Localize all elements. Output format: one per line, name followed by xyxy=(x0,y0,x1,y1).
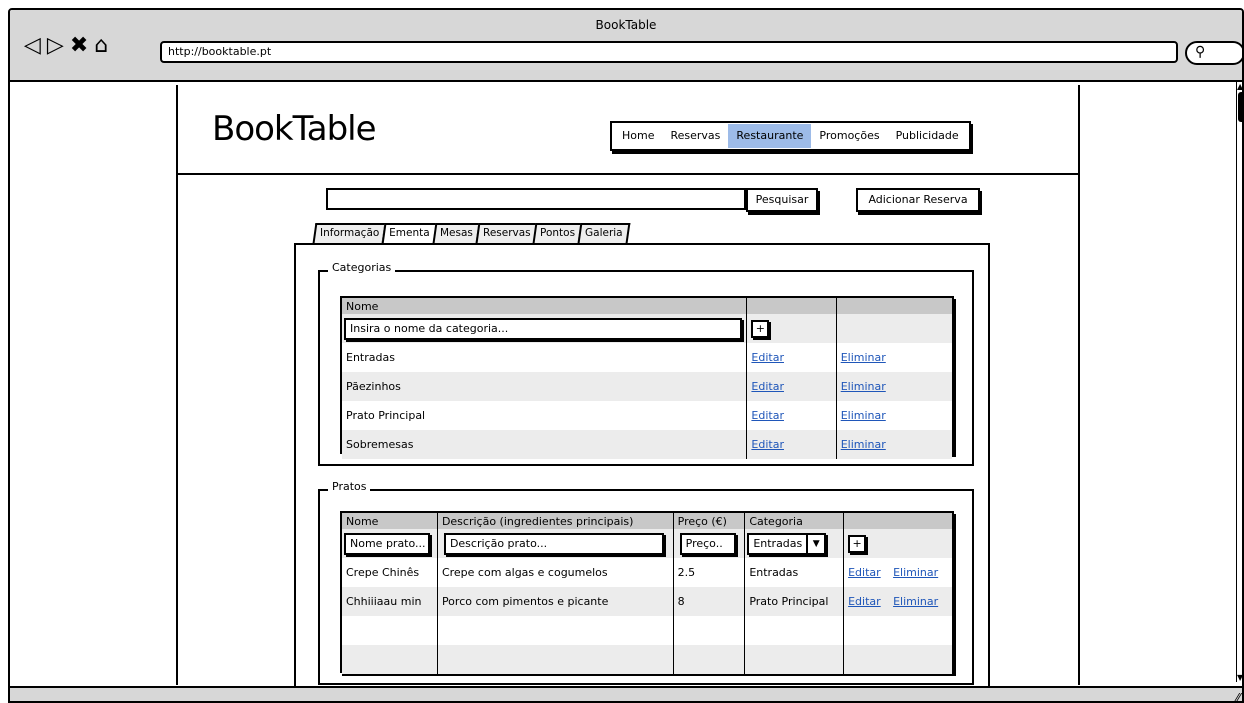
table-row: Sobremesas Editar Eliminar xyxy=(342,430,952,459)
category-select-value: Entradas xyxy=(749,534,809,553)
column-header-descricao: Descrição (ingredientes principais) xyxy=(436,513,674,529)
browser-search-box[interactable]: ⚲ xyxy=(1185,41,1242,65)
address-bar[interactable]: http://booktable.pt xyxy=(160,41,1178,63)
browser-nav: ◁▷✖⌂ xyxy=(24,33,114,58)
status-bar: ⁄⁄ xyxy=(10,686,1242,701)
table-row: Insira o nome da categoria... + xyxy=(342,314,952,343)
browser-window: BookTable ◁▷✖⌂ http://booktable.pt ⚲ Boo… xyxy=(8,8,1244,703)
column-header-blank xyxy=(889,513,952,529)
menu-item-reservas[interactable]: Reservas xyxy=(662,124,728,148)
search-input[interactable] xyxy=(326,188,746,210)
dish-price: 8 xyxy=(672,587,745,616)
search-icon: ⚲ xyxy=(1195,44,1206,60)
dish-category: Entradas xyxy=(744,558,844,587)
search-button[interactable]: Pesquisar xyxy=(746,188,818,212)
category-name: Entradas xyxy=(346,351,395,364)
dish-name: Crepe Chinês xyxy=(346,566,420,579)
forward-icon[interactable]: ▷ xyxy=(47,33,70,58)
tab-label: Informação xyxy=(320,227,380,239)
category-name: Sobremesas xyxy=(342,430,747,459)
column-header-categoria: Categoria xyxy=(744,513,844,529)
categorias-table: Nome Insira o nome da categoria... + Ent… xyxy=(340,296,954,459)
delete-link[interactable]: Eliminar xyxy=(893,595,938,608)
table-row xyxy=(342,645,952,674)
column-header-blank xyxy=(746,298,837,314)
delete-link[interactable]: Eliminar xyxy=(841,351,886,364)
tab-label: Ementa xyxy=(389,227,430,239)
pratos-table: Nome Descrição (ingredientes principais)… xyxy=(340,511,954,674)
chevron-down-icon: ▼ xyxy=(812,538,820,549)
stop-icon[interactable]: ✖ xyxy=(70,33,94,58)
edit-link[interactable]: Editar xyxy=(751,351,784,364)
categorias-legend: Categorias xyxy=(328,261,396,274)
delete-link[interactable]: Eliminar xyxy=(841,438,886,451)
table-row: Entradas Editar Eliminar xyxy=(342,343,952,372)
category-name-input[interactable]: Insira o nome da categoria... xyxy=(344,317,742,340)
tab-label: Galeria xyxy=(585,227,624,239)
tab-bar: Informação Ementa Mesas Reservas Pontos … xyxy=(312,221,631,245)
tab-galeria[interactable]: Galeria xyxy=(578,223,631,243)
delete-link[interactable]: Eliminar xyxy=(893,566,938,579)
vertical-scrollbar[interactable]: ▲ ▼ xyxy=(1236,82,1242,682)
add-reservation-button[interactable]: Adicionar Reserva xyxy=(856,188,980,212)
delete-link[interactable]: Eliminar xyxy=(841,409,886,422)
tab-pontos[interactable]: Pontos xyxy=(533,223,583,243)
tab-label: Mesas xyxy=(439,227,473,239)
menu-item-publicidade[interactable]: Publicidade xyxy=(888,124,967,148)
tab-label: Pontos xyxy=(540,227,576,239)
tab-label: Reservas xyxy=(482,227,531,239)
header-divider xyxy=(178,173,1078,175)
column-header-blank xyxy=(835,298,952,314)
category-name: Pãezinhos xyxy=(342,372,747,401)
dish-description: Porco com pimentos e picante xyxy=(436,587,674,616)
page-content: BookTable Home Reservas Restaurante Prom… xyxy=(176,85,1080,693)
category-select[interactable]: Entradas ▼ xyxy=(747,532,827,555)
scroll-thumb[interactable] xyxy=(1238,92,1242,122)
dish-name: Chhiiiaau min xyxy=(342,587,438,616)
column-header-preco: Preço (€) xyxy=(672,513,745,529)
delete-link[interactable]: Eliminar xyxy=(841,380,886,393)
dish-price: 2.5 xyxy=(672,558,745,587)
column-header-nome: Nome xyxy=(342,298,747,314)
title-bar: BookTable ◁▷✖⌂ http://booktable.pt ⚲ xyxy=(10,10,1242,82)
edit-link[interactable]: Editar xyxy=(848,595,881,608)
dish-name-input[interactable]: Nome prato... xyxy=(344,532,430,555)
column-header-nome: Nome xyxy=(342,513,438,529)
dish-description-input[interactable]: Descrição prato... xyxy=(443,532,664,555)
home-icon[interactable]: ⌂ xyxy=(94,33,114,58)
main-menu: Home Reservas Restaurante Promoções Publ… xyxy=(610,121,971,151)
dish-description: Crepe com algas e cogumelos xyxy=(436,558,674,587)
table-row: Crepe Chinês Crepe com algas e cogumelos… xyxy=(342,558,952,587)
edit-link[interactable]: Editar xyxy=(848,566,881,579)
dish-category: Prato Principal xyxy=(744,587,844,616)
table-row: Nome prato... Descrição prato... Preço..… xyxy=(342,529,952,558)
table-row: Prato Principal Editar Eliminar xyxy=(342,401,952,430)
site-logo[interactable]: BookTable xyxy=(212,109,377,149)
pratos-legend: Pratos xyxy=(328,480,371,493)
tab-reservas[interactable]: Reservas xyxy=(475,223,538,243)
window-title: BookTable xyxy=(595,18,657,32)
tab-informacao[interactable]: Informação xyxy=(312,223,387,243)
table-row xyxy=(342,616,952,645)
table-row: Chhiiiaau min Porco com pimentos e pican… xyxy=(342,587,952,616)
table-row: Pãezinhos Editar Eliminar xyxy=(342,372,952,401)
edit-link[interactable]: Editar xyxy=(751,438,784,451)
menu-item-promocoes[interactable]: Promoções xyxy=(811,124,887,148)
dish-price-input[interactable]: Preço.. xyxy=(679,532,736,555)
add-dish-button[interactable]: + xyxy=(848,534,867,553)
column-header-blank xyxy=(843,513,890,529)
resize-grip-icon[interactable]: ⁄⁄ xyxy=(1236,691,1240,701)
edit-link[interactable]: Editar xyxy=(751,380,784,393)
tab-mesas[interactable]: Mesas xyxy=(432,223,481,243)
tab-ementa[interactable]: Ementa xyxy=(381,223,438,245)
menu-item-home[interactable]: Home xyxy=(614,124,662,148)
back-icon[interactable]: ◁ xyxy=(24,33,47,58)
scroll-up-icon[interactable]: ▲ xyxy=(1237,82,1242,91)
category-name: Prato Principal xyxy=(346,409,426,422)
edit-link[interactable]: Editar xyxy=(751,409,784,422)
menu-item-restaurante[interactable]: Restaurante xyxy=(728,124,812,148)
add-category-button[interactable]: + xyxy=(751,319,770,338)
scroll-down-icon[interactable]: ▼ xyxy=(1237,673,1242,682)
